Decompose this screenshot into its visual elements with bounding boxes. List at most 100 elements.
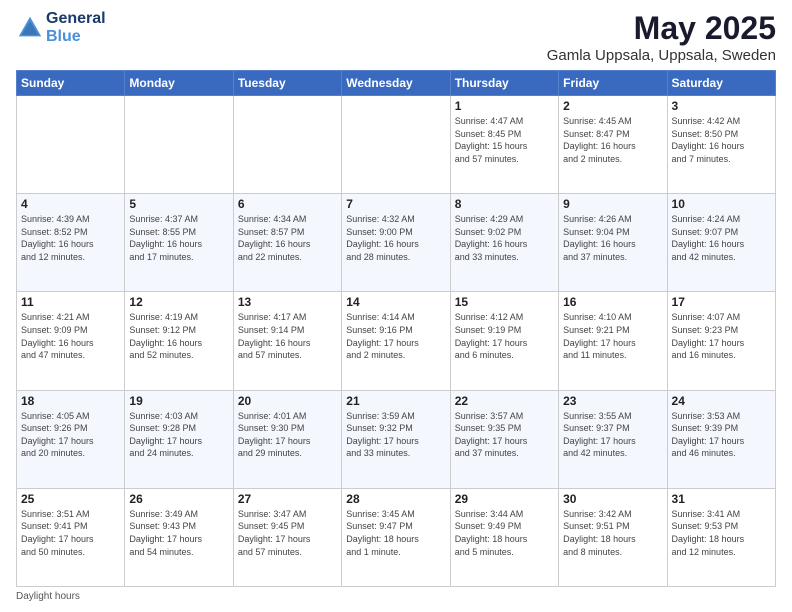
day-number: 9 [563,197,662,211]
day-info: Sunrise: 3:44 AM Sunset: 9:49 PM Dayligh… [455,508,554,558]
calendar-header-row: SundayMondayTuesdayWednesdayThursdayFrid… [17,71,776,96]
calendar-cell: 21Sunrise: 3:59 AM Sunset: 9:32 PM Dayli… [342,390,450,488]
calendar-cell: 8 Sunrise: 4:29 AM Sunset: 9:02 PM Daylig… [450,194,558,292]
day-info: Sunrise: 3:41 AM Sunset: 9:53 PM Dayligh… [672,508,771,558]
day-info: Sunrise: 4:32 AM Sunset: 9:00 PM Dayligh… [346,213,445,263]
day-number: 27 [238,492,337,506]
day-number: 7 [346,197,445,211]
calendar-cell: 7 Sunrise: 4:32 AM Sunset: 9:00 PM Daylig… [342,194,450,292]
day-header-friday: Friday [559,71,667,96]
day-info: Sunrise: 4:37 AM Sunset: 8:55 PM Dayligh… [129,213,228,263]
day-number: 24 [672,394,771,408]
day-number: 17 [672,295,771,309]
week-row-1: 1Sunrise: 4:47 AM Sunset: 8:45 PM Daylig… [17,96,776,194]
calendar-cell: 14 Sunrise: 4:14 AM Sunset: 9:16 PM Dayli… [342,292,450,390]
day-number: 18 [21,394,120,408]
day-info: Sunrise: 4:39 AM Sunset: 8:52 PM Dayligh… [21,213,120,263]
calendar-cell: 10 Sunrise: 4:24 AM Sunset: 9:07 PM Dayli… [667,194,775,292]
calendar-cell: 2 Sunrise: 4:45 AM Sunset: 8:47 PM Daylig… [559,96,667,194]
calendar-cell: 18 Sunrise: 4:05 AM Sunset: 9:26 PM Dayli… [17,390,125,488]
calendar-cell: 27 Sunrise: 3:47 AM Sunset: 9:45 PM Dayli… [233,488,341,586]
day-info: Sunrise: 4:34 AM Sunset: 8:57 PM Dayligh… [238,213,337,263]
day-info: Sunrise: 4:07 AM Sunset: 9:23 PM Dayligh… [672,311,771,361]
day-info: Sunrise: 4:45 AM Sunset: 8:47 PM Dayligh… [563,115,662,165]
day-header-monday: Monday [125,71,233,96]
calendar-cell: 1Sunrise: 4:47 AM Sunset: 8:45 PM Daylig… [450,96,558,194]
day-info: Sunrise: 4:26 AM Sunset: 9:04 PM Dayligh… [563,213,662,263]
calendar-cell: 15 Sunrise: 4:12 AM Sunset: 9:19 PM Dayli… [450,292,558,390]
day-number: 14 [346,295,445,309]
day-header-tuesday: Tuesday [233,71,341,96]
day-number: 25 [21,492,120,506]
footer-note: Daylight hours [16,591,776,602]
calendar-cell: 22 Sunrise: 3:57 AM Sunset: 9:35 PM Dayli… [450,390,558,488]
day-info: Sunrise: 4:12 AM Sunset: 9:19 PM Dayligh… [455,311,554,361]
calendar-cell: 4 Sunrise: 4:39 AM Sunset: 8:52 PM Daylig… [17,194,125,292]
day-number: 6 [238,197,337,211]
calendar-cell: 5 Sunrise: 4:37 AM Sunset: 8:55 PM Daylig… [125,194,233,292]
calendar-cell: 12Sunrise: 4:19 AM Sunset: 9:12 PM Dayli… [125,292,233,390]
day-number: 1 [455,99,554,113]
day-number: 26 [129,492,228,506]
day-info: Sunrise: 4:29 AM Sunset: 9:02 PM Dayligh… [455,213,554,263]
calendar-cell: 13 Sunrise: 4:17 AM Sunset: 9:14 PM Dayli… [233,292,341,390]
day-number: 30 [563,492,662,506]
day-number: 3 [672,99,771,113]
calendar-table: SundayMondayTuesdayWednesdayThursdayFrid… [16,70,776,587]
day-number: 23 [563,394,662,408]
day-info: Sunrise: 4:42 AM Sunset: 8:50 PM Dayligh… [672,115,771,165]
calendar-cell: 19Sunrise: 4:03 AM Sunset: 9:28 PM Dayli… [125,390,233,488]
main-title: May 2025 [547,10,776,47]
day-number: 31 [672,492,771,506]
day-number: 20 [238,394,337,408]
week-row-3: 11 Sunrise: 4:21 AM Sunset: 9:09 PM Dayli… [17,292,776,390]
calendar-cell: 16 Sunrise: 4:10 AM Sunset: 9:21 PM Dayli… [559,292,667,390]
day-info: Sunrise: 3:49 AM Sunset: 9:43 PM Dayligh… [129,508,228,558]
day-number: 16 [563,295,662,309]
day-number: 15 [455,295,554,309]
week-row-5: 25Sunrise: 3:51 AM Sunset: 9:41 PM Dayli… [17,488,776,586]
day-info: Sunrise: 4:01 AM Sunset: 9:30 PM Dayligh… [238,410,337,460]
day-info: Sunrise: 3:47 AM Sunset: 9:45 PM Dayligh… [238,508,337,558]
calendar-cell: 9 Sunrise: 4:26 AM Sunset: 9:04 PM Daylig… [559,194,667,292]
day-number: 28 [346,492,445,506]
subtitle: Gamla Uppsala, Uppsala, Sweden [547,47,776,64]
calendar-cell [17,96,125,194]
calendar-cell: 6 Sunrise: 4:34 AM Sunset: 8:57 PM Daylig… [233,194,341,292]
calendar-cell: 29 Sunrise: 3:44 AM Sunset: 9:49 PM Dayli… [450,488,558,586]
day-info: Sunrise: 4:21 AM Sunset: 9:09 PM Dayligh… [21,311,120,361]
day-number: 5 [129,197,228,211]
calendar-cell: 20 Sunrise: 4:01 AM Sunset: 9:30 PM Dayli… [233,390,341,488]
day-header-thursday: Thursday [450,71,558,96]
calendar-cell: 11 Sunrise: 4:21 AM Sunset: 9:09 PM Dayli… [17,292,125,390]
day-info: Sunrise: 4:19 AM Sunset: 9:12 PM Dayligh… [129,311,228,361]
day-info: Sunrise: 3:59 AM Sunset: 9:32 PM Dayligh… [346,410,445,460]
day-number: 4 [21,197,120,211]
calendar-cell: 25Sunrise: 3:51 AM Sunset: 9:41 PM Dayli… [17,488,125,586]
day-info: Sunrise: 4:05 AM Sunset: 9:26 PM Dayligh… [21,410,120,460]
week-row-4: 18 Sunrise: 4:05 AM Sunset: 9:26 PM Dayli… [17,390,776,488]
day-number: 11 [21,295,120,309]
day-info: Sunrise: 3:53 AM Sunset: 9:39 PM Dayligh… [672,410,771,460]
day-number: 29 [455,492,554,506]
day-info: Sunrise: 3:45 AM Sunset: 9:47 PM Dayligh… [346,508,445,558]
day-header-saturday: Saturday [667,71,775,96]
logo-icon [16,14,44,42]
page: General Blue May 2025 Gamla Uppsala, Upp… [0,0,792,612]
day-number: 2 [563,99,662,113]
day-info: Sunrise: 4:17 AM Sunset: 9:14 PM Dayligh… [238,311,337,361]
day-info: Sunrise: 4:03 AM Sunset: 9:28 PM Dayligh… [129,410,228,460]
day-number: 10 [672,197,771,211]
day-info: Sunrise: 3:55 AM Sunset: 9:37 PM Dayligh… [563,410,662,460]
day-info: Sunrise: 3:42 AM Sunset: 9:51 PM Dayligh… [563,508,662,558]
day-info: Sunrise: 4:14 AM Sunset: 9:16 PM Dayligh… [346,311,445,361]
calendar-cell [342,96,450,194]
day-number: 13 [238,295,337,309]
day-info: Sunrise: 3:57 AM Sunset: 9:35 PM Dayligh… [455,410,554,460]
day-number: 22 [455,394,554,408]
calendar-cell: 23 Sunrise: 3:55 AM Sunset: 9:37 PM Dayli… [559,390,667,488]
calendar-cell: 31 Sunrise: 3:41 AM Sunset: 9:53 PM Dayli… [667,488,775,586]
day-number: 8 [455,197,554,211]
day-info: Sunrise: 4:10 AM Sunset: 9:21 PM Dayligh… [563,311,662,361]
day-info: Sunrise: 4:24 AM Sunset: 9:07 PM Dayligh… [672,213,771,263]
